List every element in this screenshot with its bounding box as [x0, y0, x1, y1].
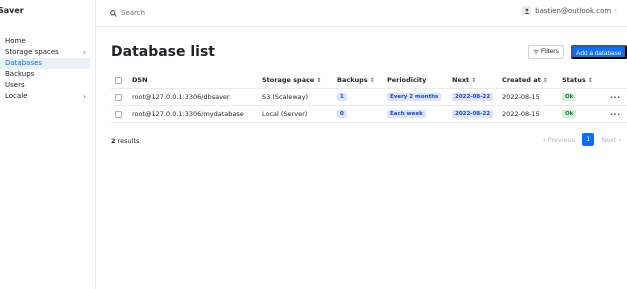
column-header-status[interactable]: Status ⇕ — [562, 72, 593, 89]
sort-icon: ⇕ — [542, 77, 548, 84]
column-header-next[interactable]: Next ⇕ — [452, 72, 476, 89]
column-header-storage[interactable]: Storage space ⇕ — [262, 72, 321, 89]
results-count: 2 results — [111, 137, 139, 145]
filters-button[interactable]: Filters — [528, 45, 564, 59]
periodicity-badge: Every 2 months — [387, 93, 442, 101]
filter-icon — [533, 49, 539, 55]
cell-dsn: root@127.0.0.1:3306/dbsaver — [132, 93, 230, 101]
column-header-periodicity[interactable]: Periodicity — [387, 72, 426, 89]
sidebar-item-label: Storage spaces — [5, 48, 59, 56]
user-icon — [522, 6, 532, 15]
search-placeholder: Search — [121, 9, 146, 17]
sort-icon: ⇕ — [587, 77, 593, 84]
sidebar-nav: Home Storage spaces › Databases Backups … — [0, 36, 90, 102]
cell-backups: 1 — [337, 89, 347, 106]
status-badge: Ok — [562, 110, 577, 118]
table-row[interactable]: root@127.0.0.1:3306/mydatabase Local (Se… — [111, 106, 627, 123]
add-database-button[interactable]: Add a database — [571, 45, 627, 59]
database-table: DSN Storage space ⇕ Backups ⇕ Periodicity … — [111, 72, 627, 123]
sidebar-item-label: Backups — [5, 70, 35, 78]
search-icon — [110, 9, 117, 17]
next-page-button[interactable]: Next › — [601, 136, 621, 144]
backups-count-badge: 1 — [337, 93, 347, 101]
status-badge: Ok — [562, 93, 577, 101]
page-number-button[interactable]: 1 — [582, 133, 595, 146]
sidebar-item-label: Users — [5, 81, 25, 89]
cell-periodicity: Every 2 months — [387, 89, 442, 106]
search-input[interactable]: Search — [110, 9, 145, 17]
cell-created: 2022-08-15 — [502, 110, 540, 118]
chevron-right-icon: › — [614, 6, 617, 15]
previous-page-button[interactable]: ‹ Previous — [543, 136, 575, 144]
user-menu[interactable]: bastien@outlook.com › — [522, 6, 617, 15]
select-all-checkbox[interactable] — [115, 77, 122, 84]
chevron-right-icon: › — [82, 92, 86, 101]
results-label: results — [117, 137, 140, 145]
cell-storage: S3 (Scaleway) — [262, 93, 309, 101]
cell-next: 2022-08-22 — [452, 106, 494, 123]
row-actions-icon[interactable]: ··· — [610, 89, 621, 106]
sidebar-item-users[interactable]: Users — [0, 80, 90, 91]
column-header-backups[interactable]: Backups ⇕ — [337, 72, 375, 89]
row-checkbox[interactable] — [115, 111, 122, 118]
cell-status: Ok — [562, 106, 577, 123]
pagination: ‹ Previous 1 Next › — [543, 133, 621, 146]
sidebar-item-label: Home — [5, 37, 26, 45]
sort-icon: ⇕ — [369, 77, 375, 84]
sidebar-item-storage-spaces[interactable]: Storage spaces › — [0, 47, 90, 58]
column-header-created[interactable]: Created at ⇕ — [502, 72, 548, 89]
cell-storage: Local (Server) — [262, 110, 308, 118]
sidebar-item-databases[interactable]: Databases — [0, 58, 90, 69]
sort-icon: ⇕ — [471, 77, 477, 84]
table-row[interactable]: root@127.0.0.1:3306/dbsaver S3 (Scaleway… — [111, 89, 627, 106]
row-actions-icon[interactable]: ··· — [610, 106, 621, 123]
brand-logo[interactable]: Saver — [0, 6, 24, 15]
chevron-right-icon: › — [82, 48, 86, 57]
row-checkbox[interactable] — [115, 94, 122, 101]
sidebar-item-label: Locale — [5, 92, 28, 100]
topbar: Search bastien@outlook.com › — [96, 0, 627, 27]
periodicity-badge: Each week — [387, 110, 426, 118]
cell-dsn: root@127.0.0.1:3306/mydatabase — [132, 110, 244, 118]
next-date-badge: 2022-08-22 — [452, 93, 494, 101]
column-header-dsn[interactable]: DSN — [132, 72, 148, 89]
cell-status: Ok — [562, 89, 577, 106]
sidebar-item-home[interactable]: Home — [0, 36, 90, 47]
filters-button-label: Filters — [541, 48, 559, 55]
user-email: bastien@outlook.com — [535, 6, 612, 15]
sidebar-item-locale[interactable]: Locale › — [0, 91, 90, 102]
backups-count-badge: 0 — [337, 110, 347, 118]
page-title: Database list — [111, 44, 216, 60]
cell-created: 2022-08-15 — [502, 93, 540, 101]
results-number: 2 — [111, 137, 116, 145]
table-header-row: DSN Storage space ⇕ Backups ⇕ Periodicity … — [111, 72, 627, 89]
cell-periodicity: Each week — [387, 106, 426, 123]
sidebar-item-label: Databases — [5, 59, 43, 67]
cell-backups: 0 — [337, 106, 347, 123]
sidebar: Saver Home Storage spaces › Databases Ba… — [0, 0, 96, 289]
cell-next: 2022-08-22 — [452, 89, 494, 106]
sidebar-item-backups[interactable]: Backups — [0, 69, 90, 80]
next-date-badge: 2022-08-22 — [452, 110, 494, 118]
sort-icon: ⇕ — [316, 77, 322, 84]
